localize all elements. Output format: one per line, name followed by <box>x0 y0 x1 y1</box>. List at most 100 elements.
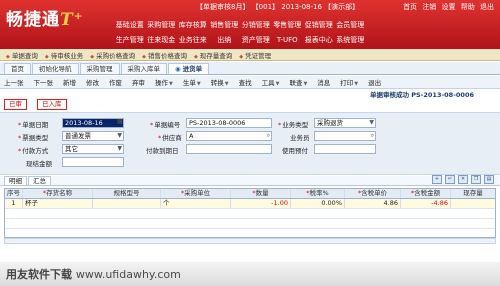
col-header[interactable]: 现存量 <box>451 189 495 198</box>
invoice-type-select[interactable]: 普通发票 ▼ <box>62 131 124 141</box>
watermark: 用友软件下载 www.ufidawhy.com <box>6 266 181 282</box>
next-button[interactable]: 下一张 <box>34 77 54 87</box>
horizontal-scrollbar[interactable] <box>4 238 496 244</box>
tab-detail[interactable]: 明细 <box>4 176 27 185</box>
new-button[interactable]: 新增 <box>63 77 76 87</box>
col-header-text: 存货名称 <box>46 189 73 197</box>
convert-menu[interactable]: 转换▼ <box>211 77 229 87</box>
home-link[interactable]: 首页 <box>403 3 417 11</box>
cell-spec[interactable] <box>93 199 161 208</box>
search-icon[interactable]: ⌕ <box>267 132 270 140</box>
app-header: 畅捷通T⁺ 【单据审核8月】 【001】 2013-08-16 【演示部】 首页… <box>0 0 500 49</box>
table-row[interactable]: 1 杯子 个 -1.00 0.00% 4.86 -4.86 <box>5 199 495 209</box>
nav-item[interactable]: 会员管理 <box>335 20 367 30</box>
nav-item[interactable]: 往来现金 <box>146 35 178 45</box>
invoice-type-value: 普通发票 <box>65 132 91 140</box>
col-header[interactable]: *含税单价 <box>345 189 401 198</box>
doc-date-field[interactable]: 2013-08-16 <box>62 118 124 128</box>
due-date-field[interactable] <box>186 144 272 154</box>
prepay-field[interactable] <box>314 144 376 154</box>
doc-no-label: 单据编号 <box>150 119 180 129</box>
tab-init-guide[interactable]: 初始化导航 <box>32 63 79 74</box>
payment-value: 其它 <box>65 145 78 153</box>
cell-tax-rate[interactable]: 0.00% <box>291 199 345 208</box>
nav-item[interactable]: 出纳 <box>209 35 241 45</box>
cell-unit-price[interactable]: 4.86 <box>345 199 401 208</box>
quick-link[interactable]: 现存量查询 <box>194 50 233 60</box>
tab-purchase-receipt[interactable]: 采购入库单 <box>120 63 167 74</box>
grid-tools: + ↵ ✕ ❐ ▤ <box>429 175 494 184</box>
prev-button[interactable]: 上一张 <box>4 77 24 87</box>
quick-link[interactable]: 单据查询 <box>6 50 38 60</box>
col-header[interactable]: *采购单位 <box>161 189 231 198</box>
col-header[interactable]: *存货名称 <box>23 189 93 198</box>
col-header[interactable]: *含税金额 <box>401 189 451 198</box>
void-button[interactable]: 作废 <box>109 77 122 87</box>
copy-row-icon[interactable]: ❐ <box>471 175 481 184</box>
quick-link[interactable]: 待审核业务 <box>45 50 84 60</box>
unreview-button[interactable]: 弃审 <box>132 77 145 87</box>
nav-item[interactable]: 销售管理 <box>209 20 241 30</box>
nav-item[interactable]: 采购管理 <box>146 20 178 30</box>
quick-link[interactable]: 凭证管理 <box>239 50 271 60</box>
operate-menu[interactable]: 操作▼ <box>155 77 173 87</box>
nav-item[interactable]: 资产管理 <box>240 35 272 45</box>
nav-item[interactable]: 基础设置 <box>114 20 146 30</box>
print-label: 打印 <box>340 79 354 87</box>
cell-quantity[interactable]: -1.00 <box>231 199 291 208</box>
col-header[interactable]: 序号 <box>5 189 23 198</box>
nav-item[interactable]: 生产管理 <box>114 35 146 45</box>
doc-no-value: PS-2013-08-0006 <box>189 119 246 127</box>
message-button[interactable]: 消息 <box>317 77 330 87</box>
add-row-icon[interactable]: + <box>432 175 442 184</box>
supplier-field[interactable]: A ⌕ <box>186 131 272 141</box>
tab-home[interactable]: 首页 <box>4 63 31 74</box>
tab-purchase-order[interactable]: 进货单 <box>168 63 210 74</box>
settings-link[interactable]: 设置 <box>442 3 456 11</box>
delete-row-icon[interactable]: ✕ <box>458 175 468 184</box>
stocked-in-button[interactable]: 已入库 <box>37 99 67 110</box>
biz-type-label: 业务类型 <box>278 119 308 129</box>
insert-row-icon[interactable]: ↵ <box>445 175 455 184</box>
doc-no-field[interactable]: PS-2013-08-0006 <box>186 118 272 128</box>
nav-item[interactable]: 分销管理 <box>240 20 272 30</box>
generate-menu[interactable]: 生单▼ <box>183 77 201 87</box>
linked-query-menu[interactable]: 联查▼ <box>289 77 307 87</box>
biz-type-select[interactable]: 采购退货 ▼ <box>314 118 376 128</box>
quick-link[interactable]: 采购价格查询 <box>90 50 135 60</box>
cell-unit[interactable]: 个 <box>161 199 231 208</box>
edit-button[interactable]: 修改 <box>86 77 99 87</box>
help-link[interactable]: 帮助 <box>461 3 475 11</box>
nav-item[interactable]: 库存核算 <box>177 20 209 30</box>
logout-link[interactable]: 注销 <box>422 3 436 11</box>
cell-amount[interactable]: -4.86 <box>401 199 451 208</box>
salesperson-field[interactable]: ⌕ <box>314 131 376 141</box>
nav-item[interactable]: 促销管理 <box>303 20 335 30</box>
tab-summary[interactable]: 汇总 <box>28 176 51 185</box>
cash-amount-field[interactable] <box>62 157 124 167</box>
biz-type-value: 采购退货 <box>317 119 343 127</box>
convert-label: 转换 <box>210 79 224 87</box>
nav-item[interactable]: T-UFO <box>272 36 304 44</box>
tools-menu[interactable]: 工具▼ <box>262 77 280 87</box>
payment-select[interactable]: 其它 ▼ <box>62 144 124 154</box>
reviewed-button[interactable]: 已审 <box>4 99 27 110</box>
nav-item[interactable]: 报表中心 <box>303 35 335 45</box>
col-header[interactable]: *税率% <box>291 189 345 198</box>
cell-item-name[interactable]: 杯子 <box>23 199 93 208</box>
nav-item[interactable]: 零售管理 <box>272 20 304 30</box>
quick-link[interactable]: 销售价格查询 <box>142 50 187 60</box>
print-menu[interactable]: 打印▼ <box>340 77 358 87</box>
quick-access-bar: 单据查询 待审核业务 采购价格查询 销售价格查询 现存量查询 凭证管理 <box>0 49 500 61</box>
col-header[interactable]: *数量 <box>231 189 291 198</box>
nav-item[interactable]: 业务往来 <box>177 35 209 45</box>
exit-button[interactable]: 退出 <box>368 77 381 87</box>
nav-item[interactable]: 系统管理 <box>335 35 367 45</box>
search-icon[interactable]: ⌕ <box>371 132 374 140</box>
col-header[interactable]: 规格型号 <box>93 189 161 198</box>
find-button[interactable]: 查找 <box>239 77 252 87</box>
exit-link[interactable]: 退出 <box>480 3 494 11</box>
layout-icon[interactable]: ▤ <box>484 175 494 184</box>
tab-purchase-mgmt[interactable]: 采购管理 <box>79 63 120 74</box>
doc-date-label: 单据日期 <box>18 119 48 129</box>
